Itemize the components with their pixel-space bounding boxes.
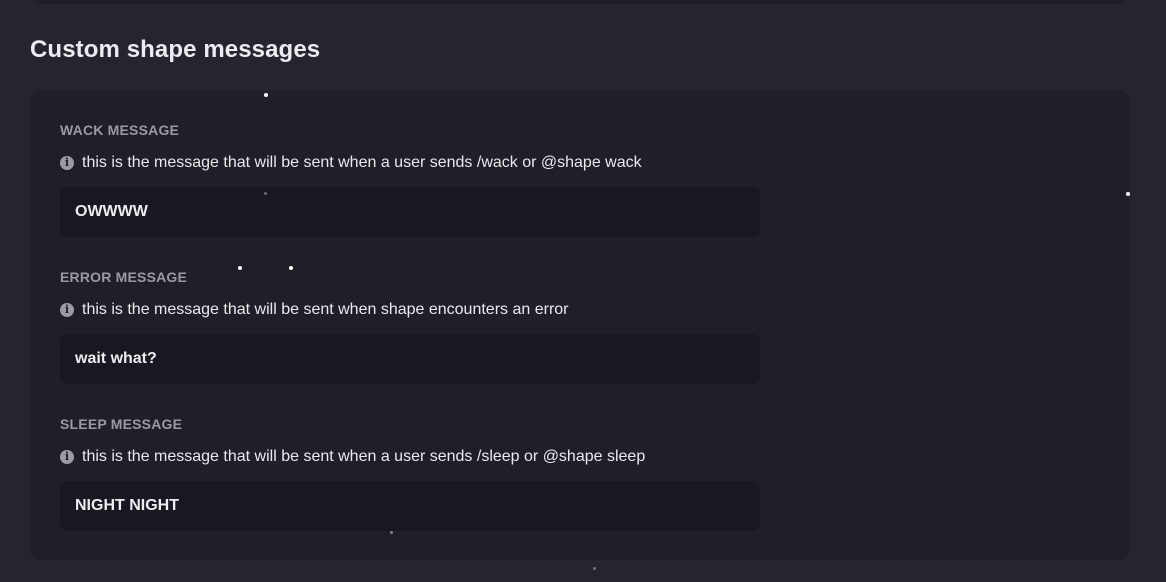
section-title: Custom shape messages [30, 36, 321, 63]
info-icon: i [60, 450, 74, 464]
wack-message-help-text: this is the message that will be sent wh… [82, 154, 642, 171]
error-message-input[interactable] [60, 334, 760, 384]
sleep-message-label: SLEEP MESSAGE [60, 416, 183, 432]
error-message-help-text: this is the message that will be sent wh… [82, 301, 569, 318]
previous-section-card [30, 0, 1129, 4]
sparkle-dot [238, 266, 242, 270]
error-message-field: ERROR MESSAGE i this is the message that… [60, 268, 760, 384]
sleep-message-help-text: this is the message that will be sent wh… [82, 448, 646, 465]
sleep-message-input[interactable] [60, 481, 760, 531]
sleep-message-field: SLEEP MESSAGE i this is the message that… [60, 415, 760, 531]
wack-message-label: WACK MESSAGE [60, 122, 180, 138]
custom-messages-panel: WACK MESSAGE i this is the message that … [30, 90, 1129, 560]
sparkle-dot [264, 192, 267, 195]
sparkle-dot [390, 531, 393, 534]
sparkle-dot [593, 567, 596, 570]
sparkle-dot [289, 266, 293, 270]
sparkle-dot [1126, 192, 1130, 196]
error-message-help: i this is the message that will be sent … [60, 301, 760, 319]
sleep-message-help: i this is the message that will be sent … [60, 448, 760, 466]
error-message-label: ERROR MESSAGE [60, 269, 188, 285]
wack-message-field: WACK MESSAGE i this is the message that … [60, 121, 760, 237]
wack-message-help: i this is the message that will be sent … [60, 154, 760, 172]
info-icon: i [60, 156, 74, 170]
wack-message-input[interactable] [60, 187, 760, 237]
sparkle-dot [264, 93, 268, 97]
info-icon: i [60, 303, 74, 317]
